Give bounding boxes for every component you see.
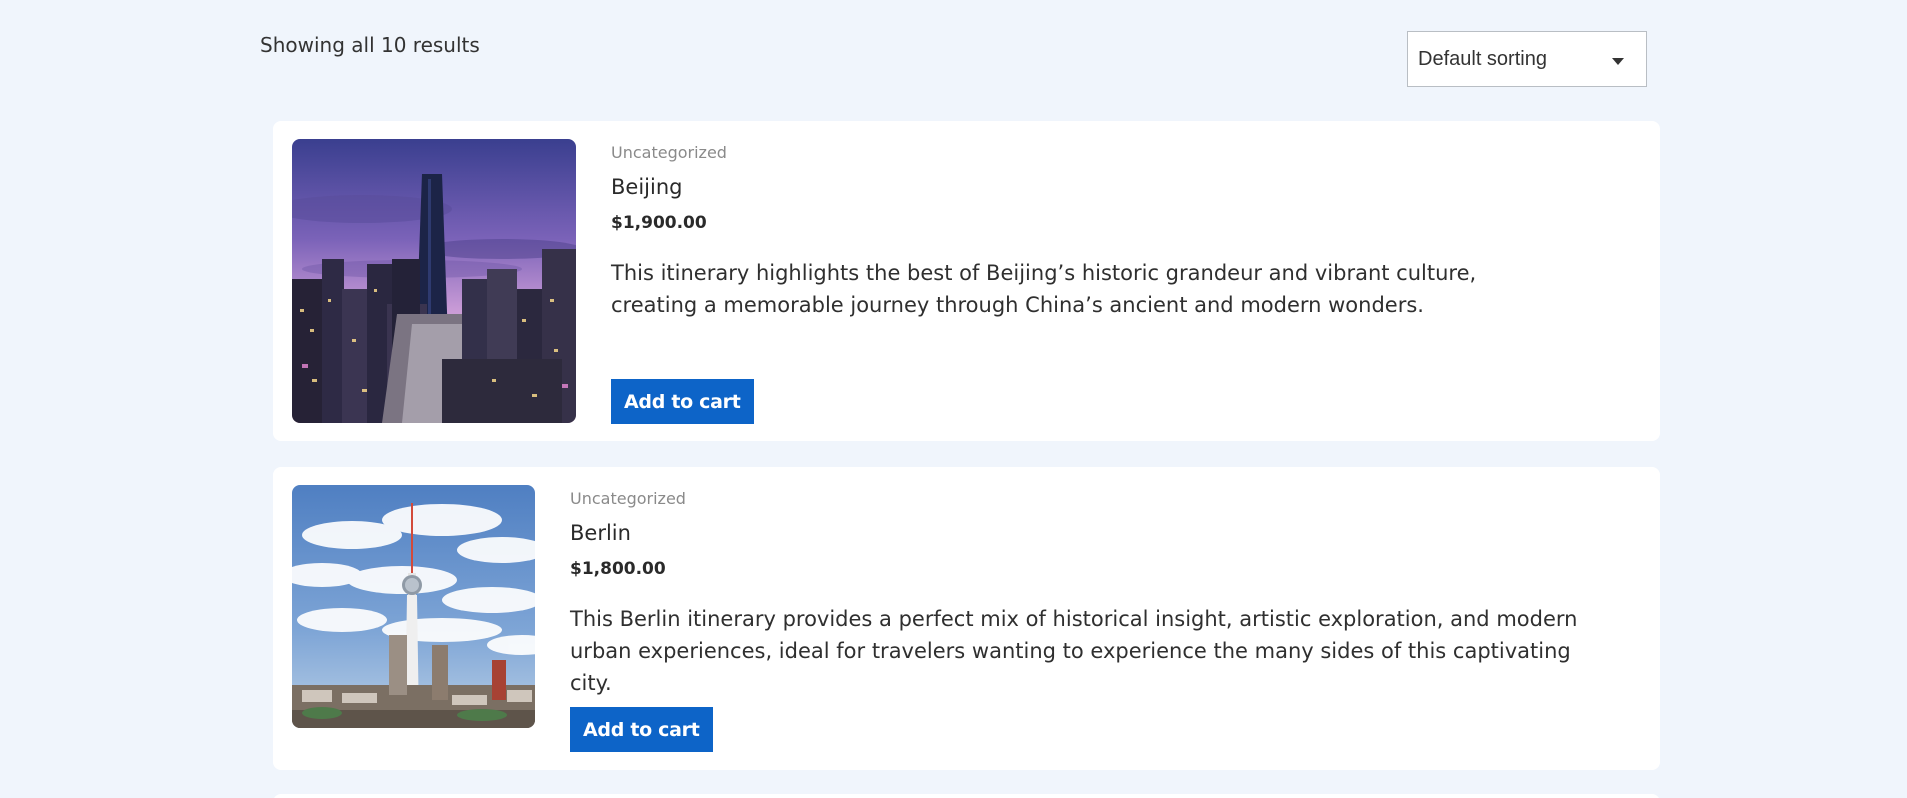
product-category[interactable]: Uncategorized — [611, 143, 1550, 165]
product-card-next — [273, 794, 1660, 798]
product-title[interactable]: Beijing — [611, 175, 1550, 203]
beijing-skyline-image — [292, 139, 576, 423]
product-description: This itinerary highlights the best of Be… — [611, 261, 1477, 317]
sort-select[interactable]: Default sorting — [1407, 31, 1647, 87]
berlin-tv-tower-image — [292, 485, 535, 728]
product-price: $1,900.00 — [611, 213, 707, 233]
product-image-beijing[interactable] — [292, 139, 576, 423]
product-info: Uncategorized Berlin $1,800.00 This Berl… — [570, 485, 1600, 752]
results-count: Showing all 10 results — [260, 33, 480, 57]
product-card-berlin: Uncategorized Berlin $1,800.00 This Berl… — [273, 467, 1660, 770]
product-title[interactable]: Berlin — [570, 521, 1600, 549]
sort-select-value: Default sorting — [1418, 47, 1547, 70]
product-image-berlin[interactable] — [292, 485, 535, 728]
add-to-cart-button[interactable]: Add to cart — [570, 707, 713, 752]
product-category[interactable]: Uncategorized — [570, 489, 1600, 511]
shop-page: Showing all 10 results Default sorting U… — [0, 0, 1907, 798]
caret-down-icon — [1612, 57, 1624, 65]
product-info: Uncategorized Beijing $1,900.00 This iti… — [611, 139, 1550, 424]
add-to-cart-button[interactable]: Add to cart — [611, 379, 754, 424]
product-price: $1,800.00 — [570, 559, 666, 579]
product-description: This Berlin itinerary provides a perfect… — [570, 607, 1578, 695]
product-card-beijing: Uncategorized Beijing $1,900.00 This iti… — [273, 121, 1660, 441]
